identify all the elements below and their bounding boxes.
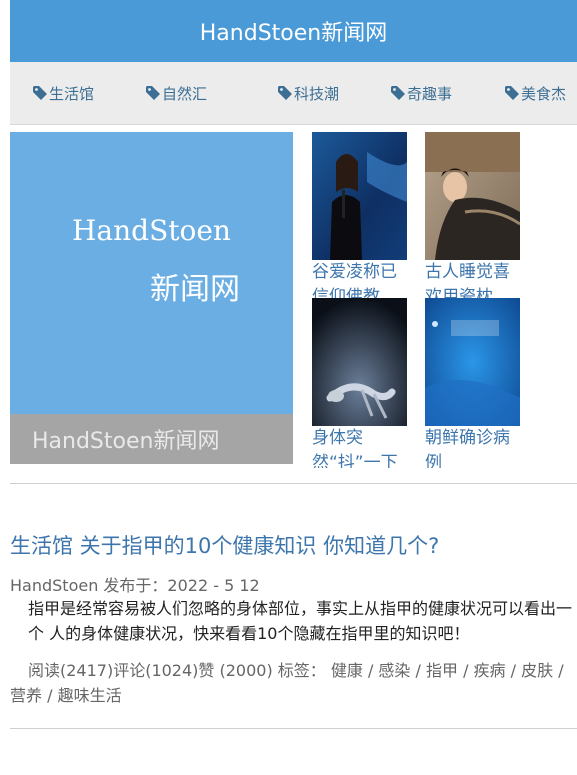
nav-item-life[interactable]: 生活馆 (32, 62, 94, 124)
article-summary: 指甲是经常容易被人们忽略的身体部位，事实上从指甲的健康状况可以看出一个 人的身体… (28, 599, 573, 643)
tag-icon (391, 86, 405, 100)
nav-item-nature[interactable]: 自然汇 (145, 62, 207, 124)
nav-item-label: 生活馆 (49, 84, 95, 103)
hero-caption: HandStoen新闻网 (10, 414, 293, 464)
tag-icon (278, 86, 292, 100)
tag-icon (505, 86, 519, 100)
nav-item-food[interactable]: 美食杰 (504, 62, 566, 124)
site-title: HandStoen新闻网 (199, 21, 388, 46)
thumb-title[interactable]: 古人睡觉喜欢用瓷枕 (425, 260, 520, 302)
section-divider (10, 483, 577, 484)
hero-banner[interactable]: HandStoen 新闻网 HandStoen新闻网 (10, 132, 293, 464)
category-nav: 生活馆 自然汇 科技潮 奇趣事 美食杰 (10, 62, 577, 125)
nav-item-label: 科技潮 (294, 84, 340, 103)
article-title[interactable]: 生活馆 关于指甲的10个健康知识 你知道几个? (10, 530, 439, 560)
nav-item-label: 奇趣事 (407, 84, 453, 103)
nav-item-label: 美食杰 (521, 84, 567, 103)
nav-item-label: 自然汇 (162, 84, 208, 103)
hero-logo-text-cn: 新闻网 (150, 272, 240, 307)
news-thumb[interactable]: 谷爱凌称已信仰佛教 (312, 132, 407, 302)
news-thumb[interactable]: 身体突然“抖”一下 (312, 298, 407, 468)
thumb-image[interactable] (425, 132, 520, 260)
hero-logo-text: HandStoen (72, 214, 231, 247)
thumb-image[interactable] (312, 298, 407, 426)
site-header: HandStoen新闻网 (10, 0, 577, 62)
thumb-image[interactable] (425, 298, 520, 426)
thumb-title[interactable]: 谷爱凌称已信仰佛教 (312, 260, 407, 302)
article-meta: HandStoen 发布于：2022 - 5 12 (10, 576, 260, 595)
section-divider (10, 728, 577, 729)
nav-item-curious[interactable]: 奇趣事 (390, 62, 452, 124)
article-stats-text: 阅读(2417)评论(1024)赞 (2000) 标签： 健康 / 感染 / 指… (10, 661, 564, 705)
news-thumb[interactable]: 古人睡觉喜欢用瓷枕 (425, 132, 520, 302)
thumb-title[interactable]: 身体突然“抖”一下 (312, 426, 407, 468)
nav-item-tech[interactable]: 科技潮 (277, 62, 339, 124)
news-thumb[interactable]: 朝鲜确诊病例 (425, 298, 520, 468)
tag-icon (146, 86, 160, 100)
thumb-title[interactable]: 朝鲜确诊病例 (425, 426, 520, 468)
tag-icon (33, 86, 47, 100)
article-stats: 阅读(2417)评论(1024)赞 (2000) 标签： 健康 / 感染 / 指… (10, 658, 577, 708)
thumb-image[interactable] (312, 132, 407, 260)
